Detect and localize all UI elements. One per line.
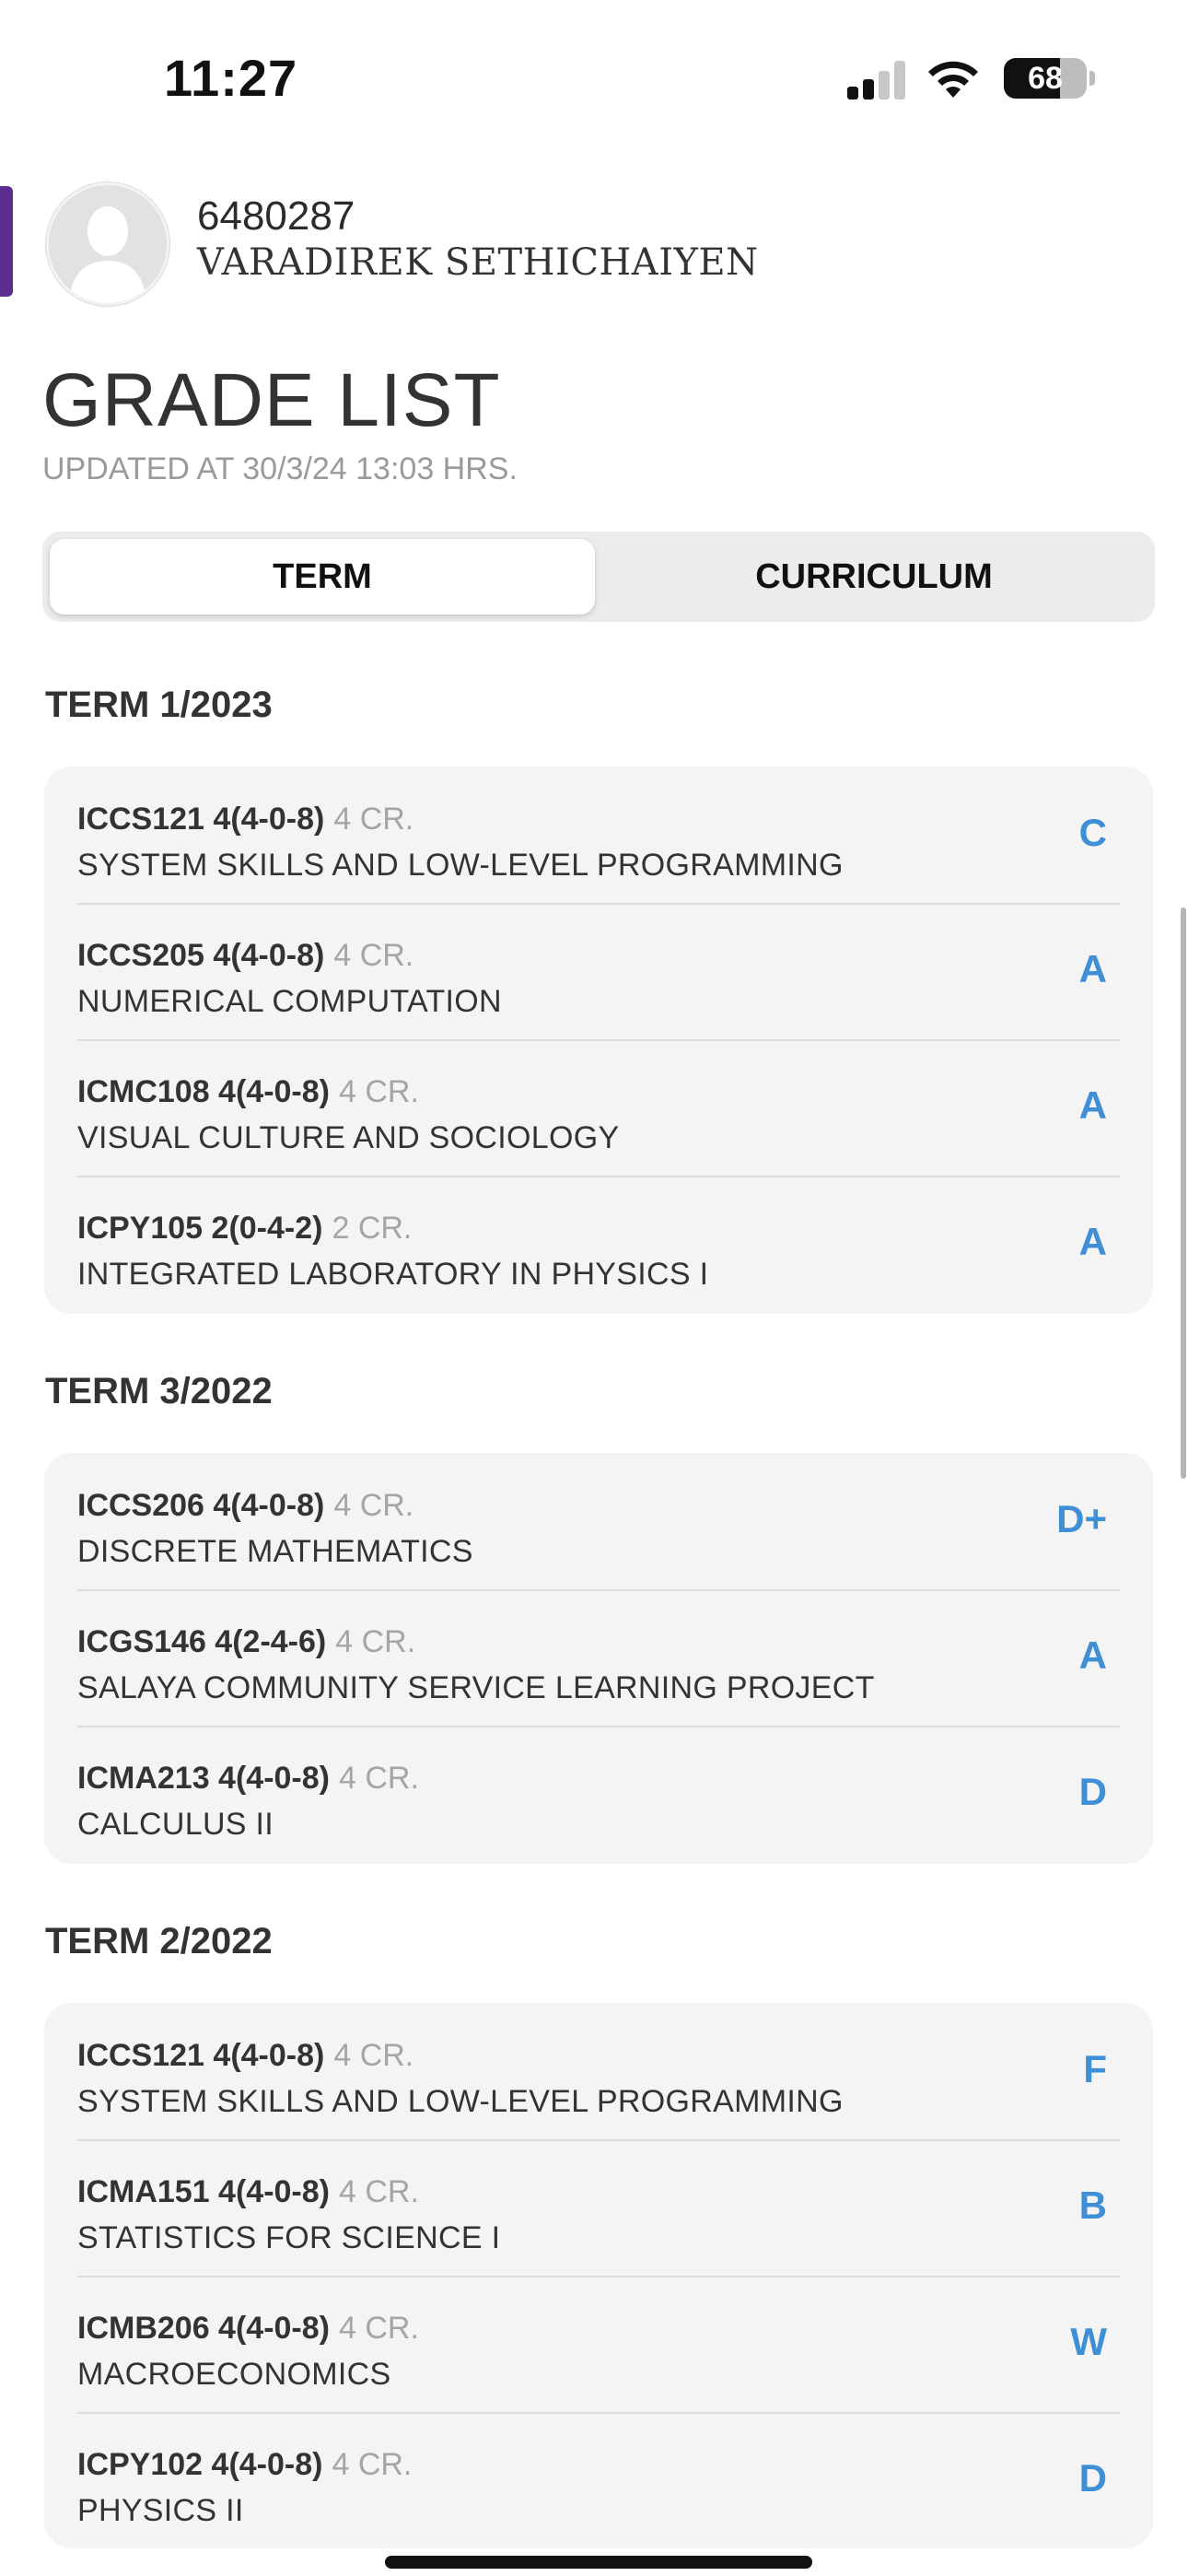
course-name: SYSTEM SKILLS AND LOW-LEVEL PROGRAMMING (77, 848, 844, 883)
user-silhouette-icon (49, 185, 167, 303)
course-name: CALCULUS II (77, 1807, 274, 1842)
course-row[interactable]: ICMB206 4(4-0-8) 4 CR. MACROECONOMICS W (44, 2276, 1153, 2412)
term-heading: TERM 3/2022 (45, 1371, 273, 1411)
row-divider (77, 903, 1120, 905)
course-row[interactable]: ICMC108 4(4-0-8) 4 CR. VISUAL CULTURE AND… (44, 1039, 1153, 1176)
wifi-icon (928, 61, 978, 98)
course-credits: 4 CR. (338, 1074, 419, 1109)
course-grade: A (1078, 1633, 1107, 1677)
tab-term[interactable]: TERM (50, 539, 595, 615)
course-row[interactable]: ICCS205 4(4-0-8) 4 CR. NUMERICAL COMPUTAT… (44, 903, 1153, 1039)
course-grade: B (1078, 2184, 1107, 2227)
course-name: NUMERICAL COMPUTATION (77, 984, 502, 1019)
course-grade: C (1078, 811, 1107, 854)
term-heading: TERM 1/2023 (45, 685, 273, 725)
course-code: ICPY102 4(4-0-8) (77, 2447, 323, 2482)
course-grade: A (1078, 1220, 1107, 1263)
course-credits: 4 CR. (333, 1488, 414, 1523)
row-divider (77, 2412, 1120, 2414)
course-row[interactable]: ICMA213 4(4-0-8) 4 CR. CALCULUS II D (44, 1726, 1153, 1862)
updated-timestamp: UPDATED AT 30/3/24 13:03 HRS. (42, 451, 518, 486)
course-credits: 4 CR. (338, 1761, 419, 1796)
row-divider (77, 1726, 1120, 1727)
course-code: ICCS206 4(4-0-8) (77, 1488, 325, 1523)
course-grade: F (1083, 2047, 1107, 2090)
course-row[interactable]: ICMA151 4(4-0-8) 4 CR. STATISTICS FOR SCI… (44, 2139, 1153, 2276)
course-code: ICCS121 4(4-0-8) (77, 802, 325, 837)
course-name: SALAYA COMMUNITY SERVICE LEARNING PROJEC… (77, 1670, 875, 1705)
course-code: ICMB206 4(4-0-8) (77, 2311, 330, 2346)
course-grade: D+ (1056, 1497, 1107, 1540)
row-divider (77, 1176, 1120, 1177)
course-name: PHYSICS II (77, 2493, 244, 2528)
course-grade: W (1070, 2320, 1107, 2363)
battery-percentage: 68 (1028, 61, 1063, 96)
course-row[interactable]: ICCS121 4(4-0-8) 4 CR. SYSTEM SKILLS AND … (44, 2003, 1153, 2139)
course-row[interactable]: ICGS146 4(2-4-6) 4 CR. SALAYA COMMUNITY S… (44, 1589, 1153, 1726)
course-grade: D (1078, 1770, 1107, 1813)
course-code: ICCS121 4(4-0-8) (77, 2038, 325, 2073)
course-grade: D (1078, 2456, 1107, 2500)
status-bar: 11:27 68 (0, 0, 1188, 138)
row-divider (77, 1589, 1120, 1591)
course-credits: 2 CR. (332, 1211, 413, 1246)
course-credits: 4 CR. (333, 938, 414, 973)
course-name: INTEGRATED LABORATORY IN PHYSICS I (77, 1257, 709, 1292)
row-divider (77, 2276, 1120, 2277)
course-credits: 4 CR. (333, 802, 414, 837)
course-code: ICGS146 4(2-4-6) (77, 1624, 327, 1659)
term-card: ICCS121 4(4-0-8) 4 CR. SYSTEM SKILLS AND … (44, 2003, 1153, 2548)
course-name: STATISTICS FOR SCIENCE I (77, 2220, 501, 2255)
avatar[interactable] (46, 182, 169, 306)
battery-cap (1089, 71, 1095, 86)
course-credits: 4 CR. (338, 2174, 419, 2209)
tab-curriculum[interactable]: CURRICULUM (600, 539, 1147, 615)
course-code: ICPY105 2(0-4-2) (77, 1211, 323, 1246)
battery-icon: 68 (1004, 58, 1087, 99)
course-grade: A (1078, 1083, 1107, 1127)
course-row[interactable]: ICPY102 4(4-0-8) 4 CR. PHYSICS II D (44, 2412, 1153, 2548)
page-title: GRADE LIST (42, 358, 501, 442)
course-name: VISUAL CULTURE AND SOCIOLOGY (77, 1120, 620, 1155)
course-code: ICMA213 4(4-0-8) (77, 1761, 330, 1796)
course-name: DISCRETE MATHEMATICS (77, 1534, 473, 1569)
view-segmented-control: TERM CURRICULUM (42, 532, 1155, 622)
course-grade: A (1078, 947, 1107, 990)
term-card: ICCS206 4(4-0-8) 4 CR. DISCRETE MATHEMATI… (44, 1453, 1153, 1864)
course-code: ICMA151 4(4-0-8) (77, 2174, 330, 2209)
course-row[interactable]: ICCS121 4(4-0-8) 4 CR. SYSTEM SKILLS AND … (44, 767, 1153, 903)
course-code: ICMC108 4(4-0-8) (77, 1074, 330, 1109)
course-credits: 4 CR. (332, 2447, 413, 2482)
home-indicator[interactable] (385, 2556, 812, 2569)
student-id: 6480287 (197, 193, 355, 239)
course-credits: 4 CR. (333, 2038, 414, 2073)
course-code: ICCS205 4(4-0-8) (77, 938, 325, 973)
term-heading: TERM 2/2022 (45, 1921, 273, 1961)
row-divider (77, 2139, 1120, 2141)
student-name: VARADIREK SETHICHAIYEN (197, 241, 759, 284)
scrollbar[interactable] (1181, 907, 1186, 1479)
term-card: ICCS121 4(4-0-8) 4 CR. SYSTEM SKILLS AND … (44, 767, 1153, 1314)
status-time: 11:27 (164, 49, 298, 107)
course-name: SYSTEM SKILLS AND LOW-LEVEL PROGRAMMING (77, 2084, 844, 2119)
cellular-signal-icon (847, 61, 906, 100)
row-divider (77, 1039, 1120, 1041)
course-credits: 4 CR. (338, 2311, 419, 2346)
course-name: MACROECONOMICS (77, 2357, 391, 2392)
course-row[interactable]: ICPY105 2(0-4-2) 2 CR. INTEGRATED LABORAT… (44, 1176, 1153, 1312)
course-credits: 4 CR. (335, 1624, 416, 1659)
course-row[interactable]: ICCS206 4(4-0-8) 4 CR. DISCRETE MATHEMATI… (44, 1453, 1153, 1589)
side-menu-handle[interactable] (0, 186, 13, 297)
